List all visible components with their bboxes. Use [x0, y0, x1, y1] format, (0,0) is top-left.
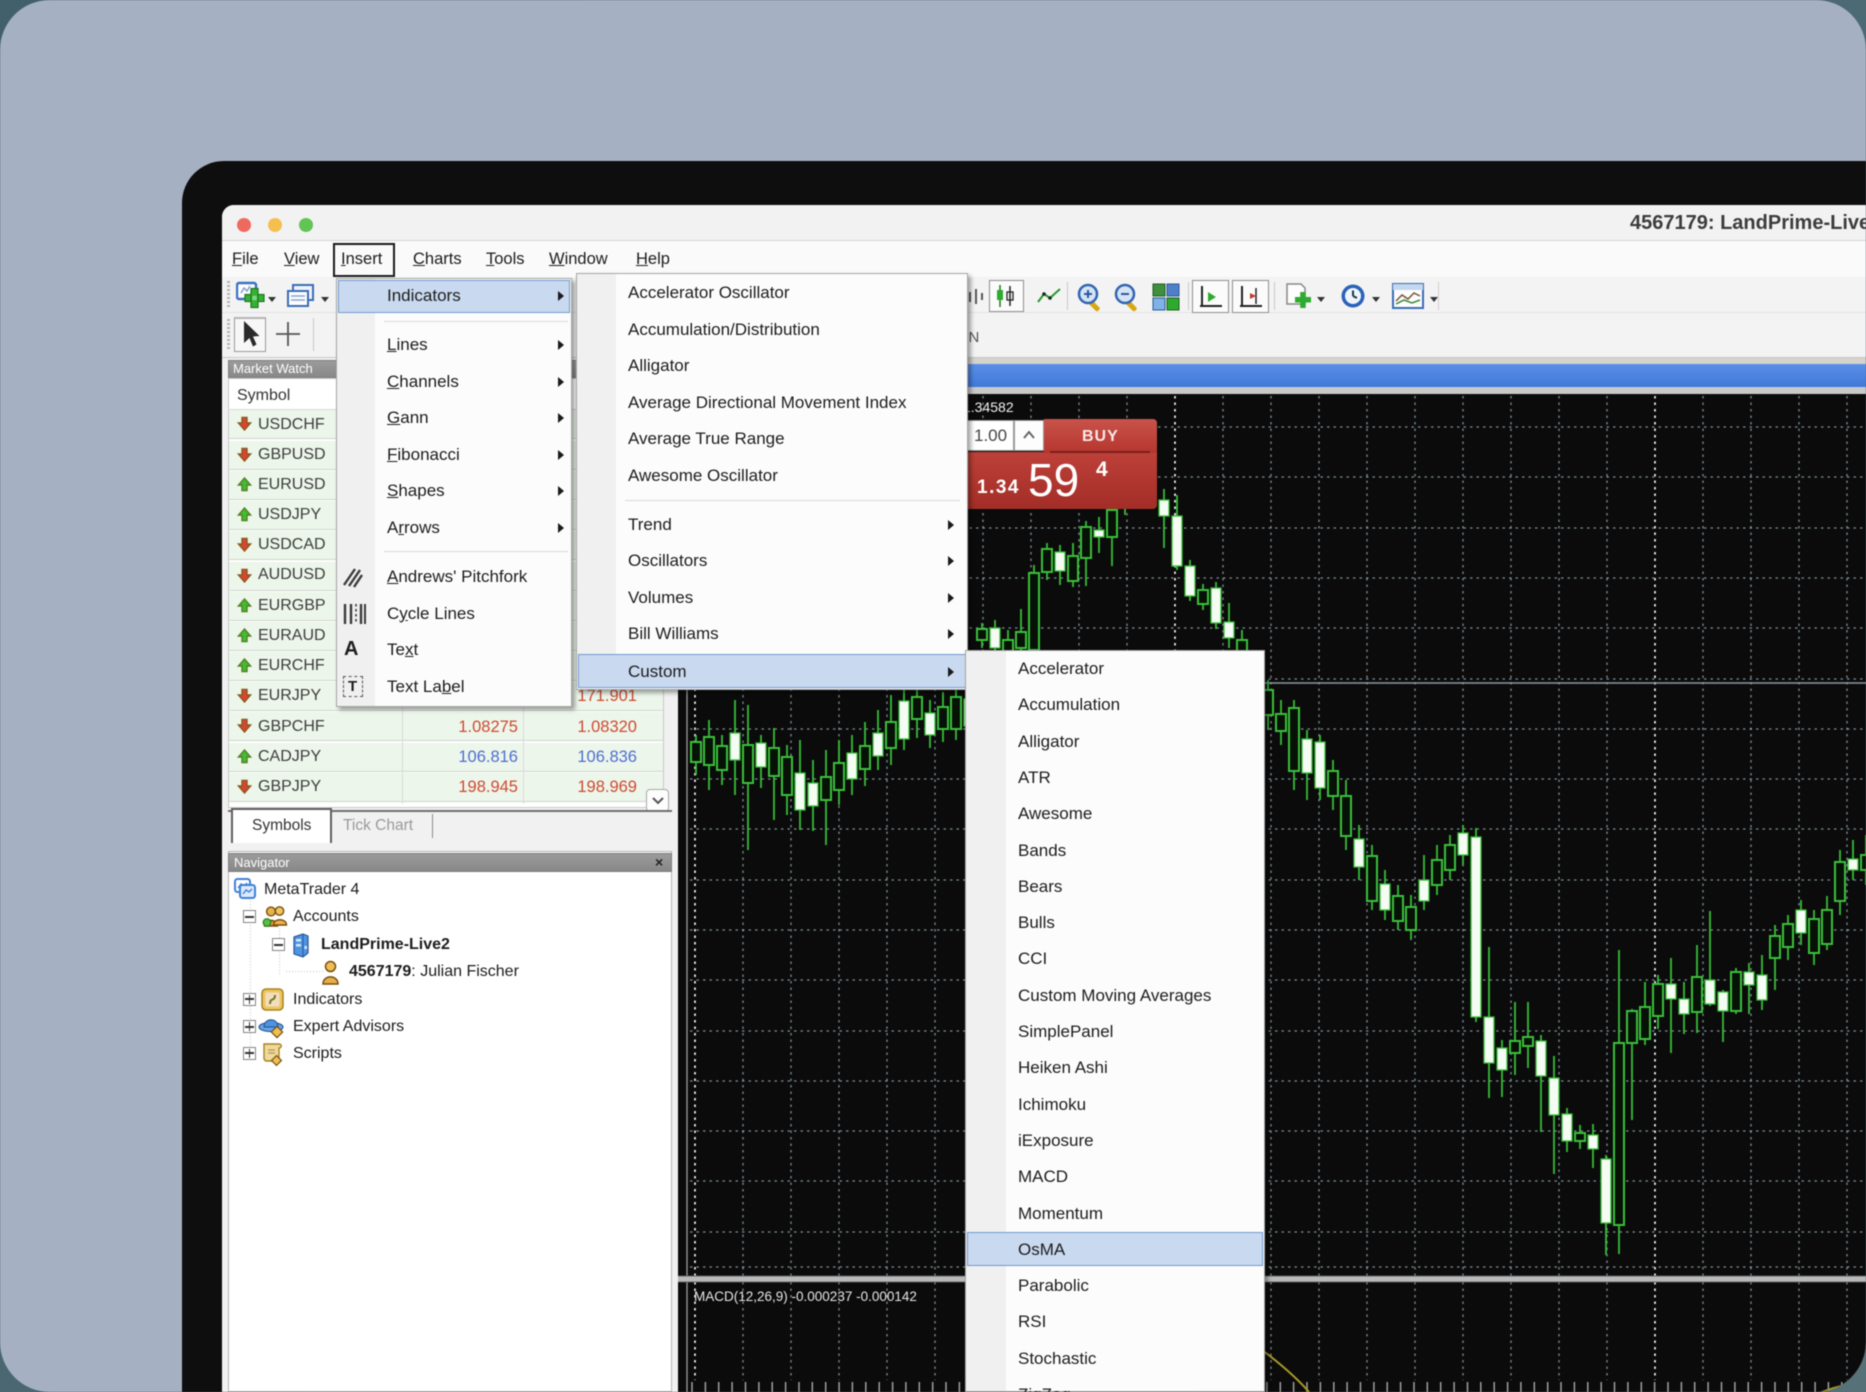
svg-text:MACD(12,26,9) -0.000237 -0.000: MACD(12,26,9) -0.000237 -0.000142 — [694, 1289, 917, 1304]
